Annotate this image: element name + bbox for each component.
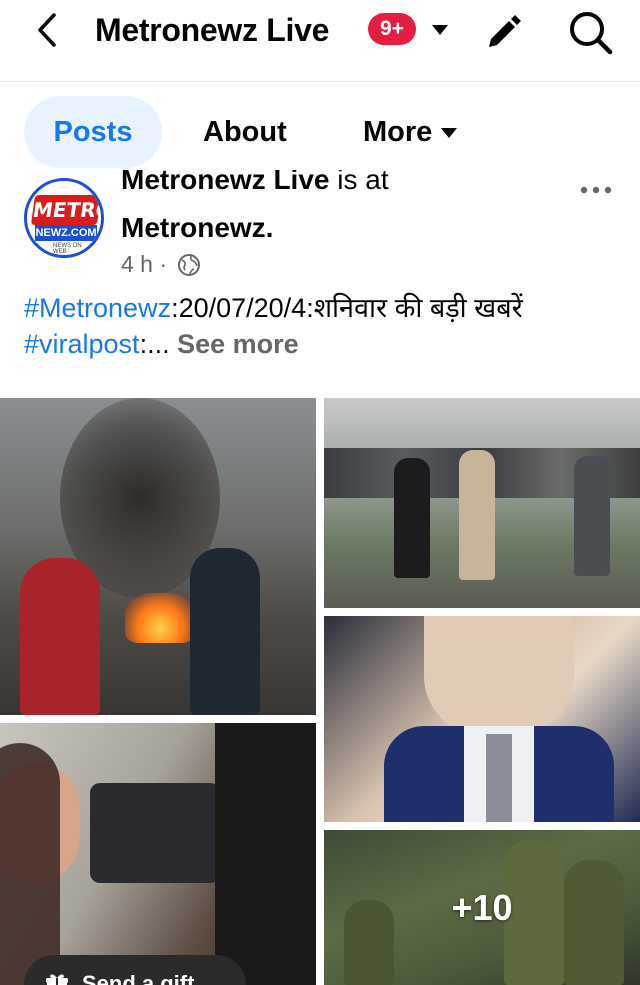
hashtag-link[interactable]: #Metronewz <box>24 293 171 323</box>
title-dropdown-button[interactable] <box>430 20 450 40</box>
caret-down-icon <box>441 128 458 139</box>
hashtag-link[interactable]: #viralpost <box>24 329 140 359</box>
gift-icon <box>46 974 68 985</box>
page-title[interactable]: Metronewz Live <box>95 10 329 50</box>
tab-posts[interactable]: Posts <box>24 96 162 168</box>
car-shape <box>90 783 220 883</box>
avatar[interactable]: METRO NEWZ.COM NEWS ON WEB <box>24 178 104 258</box>
face-shape <box>424 616 574 736</box>
person-shape <box>459 450 495 580</box>
caret-down-icon <box>432 25 448 35</box>
post-photo[interactable] <box>324 616 640 822</box>
post-time[interactable]: 4 h <box>121 251 153 277</box>
avatar-logo-small: NEWS ON WEB <box>53 243 82 255</box>
post-body: :20/07/20/4:शनिवार की बड़ी खबरें <box>171 293 523 323</box>
tab-more[interactable]: More <box>363 96 458 168</box>
send-gift-button[interactable]: Send a gift <box>24 955 246 985</box>
more-dots-icon <box>580 186 612 194</box>
page-tabs: Posts About More <box>0 96 640 170</box>
post-header: METRO NEWZ.COM NEWS ON WEB Metronewz Liv… <box>0 170 640 280</box>
back-button[interactable] <box>30 10 70 50</box>
post-is-at: is at <box>337 170 389 195</box>
see-more-link[interactable]: See more <box>177 329 299 359</box>
globe-icon <box>178 254 201 276</box>
fire-shape <box>125 593 195 643</box>
tab-about[interactable]: About <box>203 96 287 168</box>
person-shape <box>574 456 610 576</box>
tab-more-label: More <box>363 116 433 148</box>
avatar-logo-bottom: NEWZ.COM <box>35 225 97 241</box>
post-photo[interactable] <box>324 398 640 608</box>
chevron-left-icon <box>38 13 56 47</box>
post-photo[interactable] <box>0 723 316 985</box>
meta-separator: · <box>159 251 168 277</box>
send-gift-label: Send a gift <box>82 971 195 985</box>
post-meta: 4 h · <box>121 250 201 278</box>
edit-button[interactable] <box>484 10 524 50</box>
post-body-tail: :... <box>139 329 178 359</box>
post-options-button[interactable] <box>578 182 614 198</box>
search-icon <box>570 12 613 55</box>
avatar-logo-top: METRO <box>30 195 101 225</box>
post-author[interactable]: Metronewz Live <box>121 170 329 195</box>
post-location[interactable]: Metronewz. <box>121 210 273 246</box>
more-photos-count: +10 <box>451 886 513 928</box>
notification-badge: 9+ <box>368 13 416 45</box>
person-shape <box>190 548 260 715</box>
person-shape <box>20 558 100 715</box>
post-photo[interactable] <box>0 398 316 715</box>
post-text: #Metronewz:20/07/20/4:शनिवार की बड़ी खबर… <box>24 290 624 362</box>
post-photo-more[interactable]: +10 <box>324 830 640 985</box>
hair-shape <box>0 743 60 985</box>
post-author-line: Metronewz Live is at <box>121 170 389 198</box>
pencil-icon <box>489 15 521 47</box>
top-bar: Metronewz Live 9+ <box>0 0 640 82</box>
door-shape <box>215 723 316 985</box>
person-shape <box>394 458 430 578</box>
search-button[interactable] <box>566 8 614 56</box>
tie-shape <box>486 734 512 822</box>
